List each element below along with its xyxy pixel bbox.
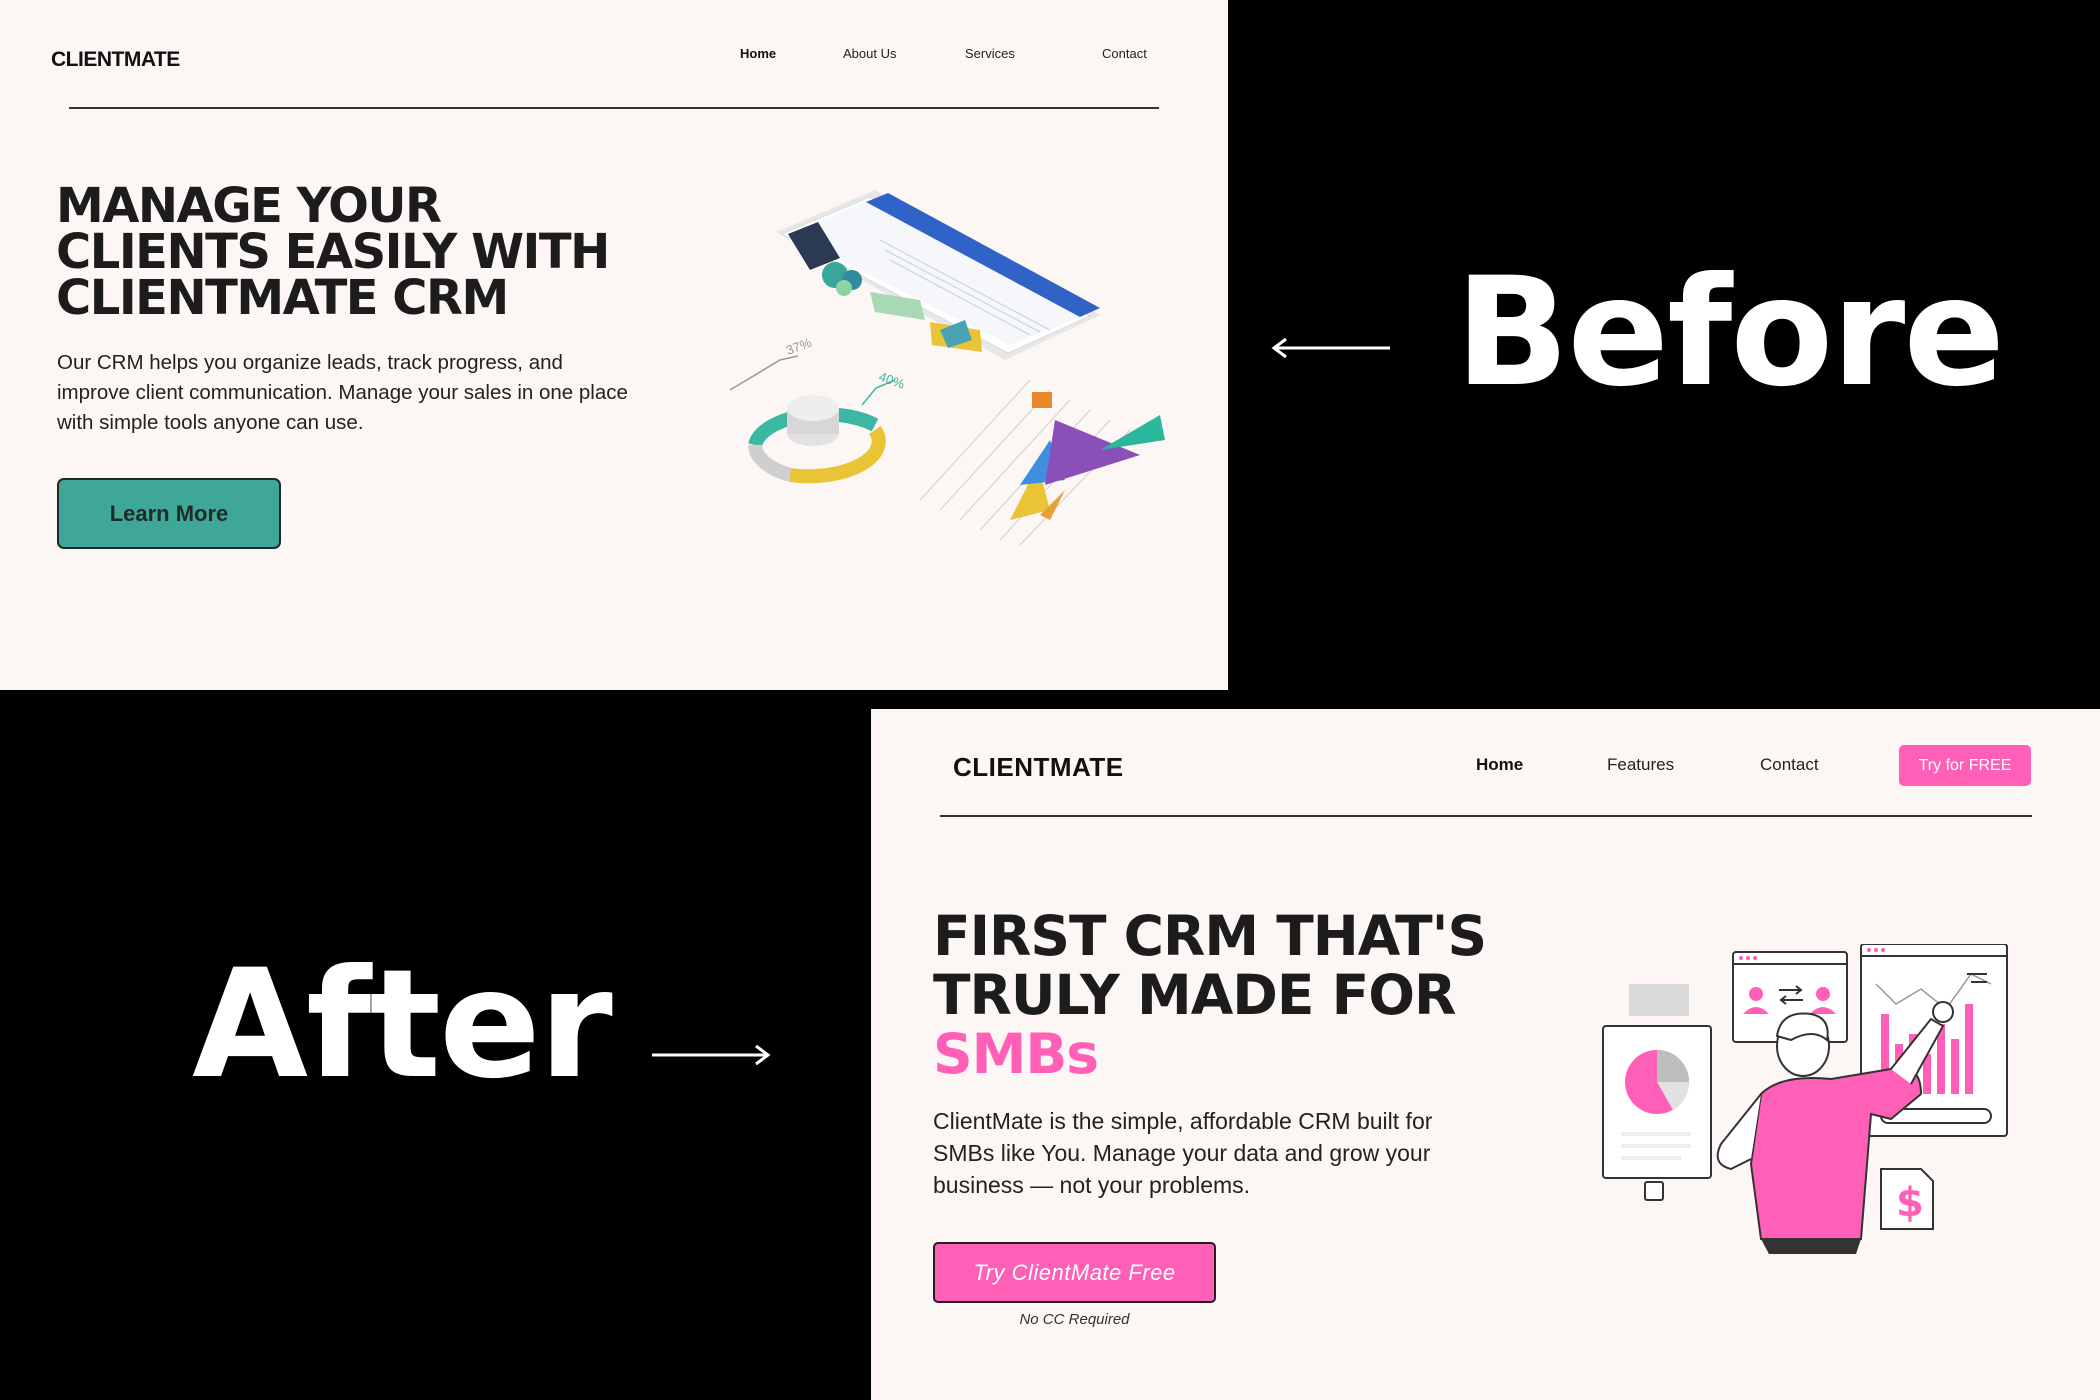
divider (69, 107, 1159, 109)
try-clientmate-free-button[interactable]: Try ClientMate Free (933, 1242, 1216, 1303)
hero-description: Our CRM helps you organize leads, track … (57, 351, 628, 434)
before-label: Before (1455, 246, 2005, 420)
triangle-chart-illustration (919, 379, 1165, 546)
nav-features[interactable]: Features (1607, 755, 1674, 775)
crm-dashboard-illustration: 37% 40% (729, 190, 1165, 546)
learn-more-button[interactable]: Learn More (57, 478, 281, 549)
logo[interactable]: CLIENTMATE (953, 752, 1124, 783)
nav-home[interactable]: Home (740, 46, 776, 61)
tablet-illustration (776, 190, 1100, 360)
nav-contact[interactable]: Contact (1102, 46, 1147, 61)
navbar: Home About Us Services Contact (0, 46, 1228, 66)
nav-about-us[interactable]: About Us (843, 46, 896, 61)
hero-description: ClientMate is the simple, affordable CRM… (933, 1108, 1433, 1198)
headline-line-2: TRULY MADE FOR (933, 963, 1456, 1027)
after-label: After (192, 938, 613, 1112)
before-landing-page: CLIENTMATE Home About Us Services Contac… (0, 0, 1228, 690)
nav-services[interactable]: Services (965, 46, 1015, 61)
percent-label-40: 40% (877, 369, 907, 392)
arrow-right-icon (652, 1044, 771, 1066)
hero-headline: MANAGE YOUR CLIENTS EASILY WITH CLIENTMA… (56, 178, 610, 326)
no-cc-note: No CC Required (1019, 1311, 1130, 1328)
pie-chart-card (1602, 1025, 1712, 1179)
database-donut-illustration: 37% 40% (729, 335, 907, 484)
nav-contact[interactable]: Contact (1760, 755, 1819, 775)
divider (940, 815, 2032, 817)
nav-home[interactable]: Home (1476, 755, 1523, 775)
hero-headline: FIRST CRM THAT'S TRULY MADE FOR SMBs (933, 907, 1493, 1084)
after-landing-page: CLIENTMATE Home Features Contact Try for… (871, 709, 2100, 1400)
person-with-charts-illustration: $ (1602, 944, 2008, 1254)
percent-label-37: 37% (784, 335, 814, 358)
svg-text:$: $ (1896, 1180, 1924, 1226)
try-for-free-button[interactable]: Try for FREE (1899, 745, 2031, 786)
dollar-document-icon: $ (1880, 1168, 1934, 1230)
headline-line-1: FIRST CRM THAT'S (933, 904, 1487, 968)
arrow-left-icon (1271, 337, 1390, 359)
headline-accent: SMBs (933, 1022, 1099, 1086)
